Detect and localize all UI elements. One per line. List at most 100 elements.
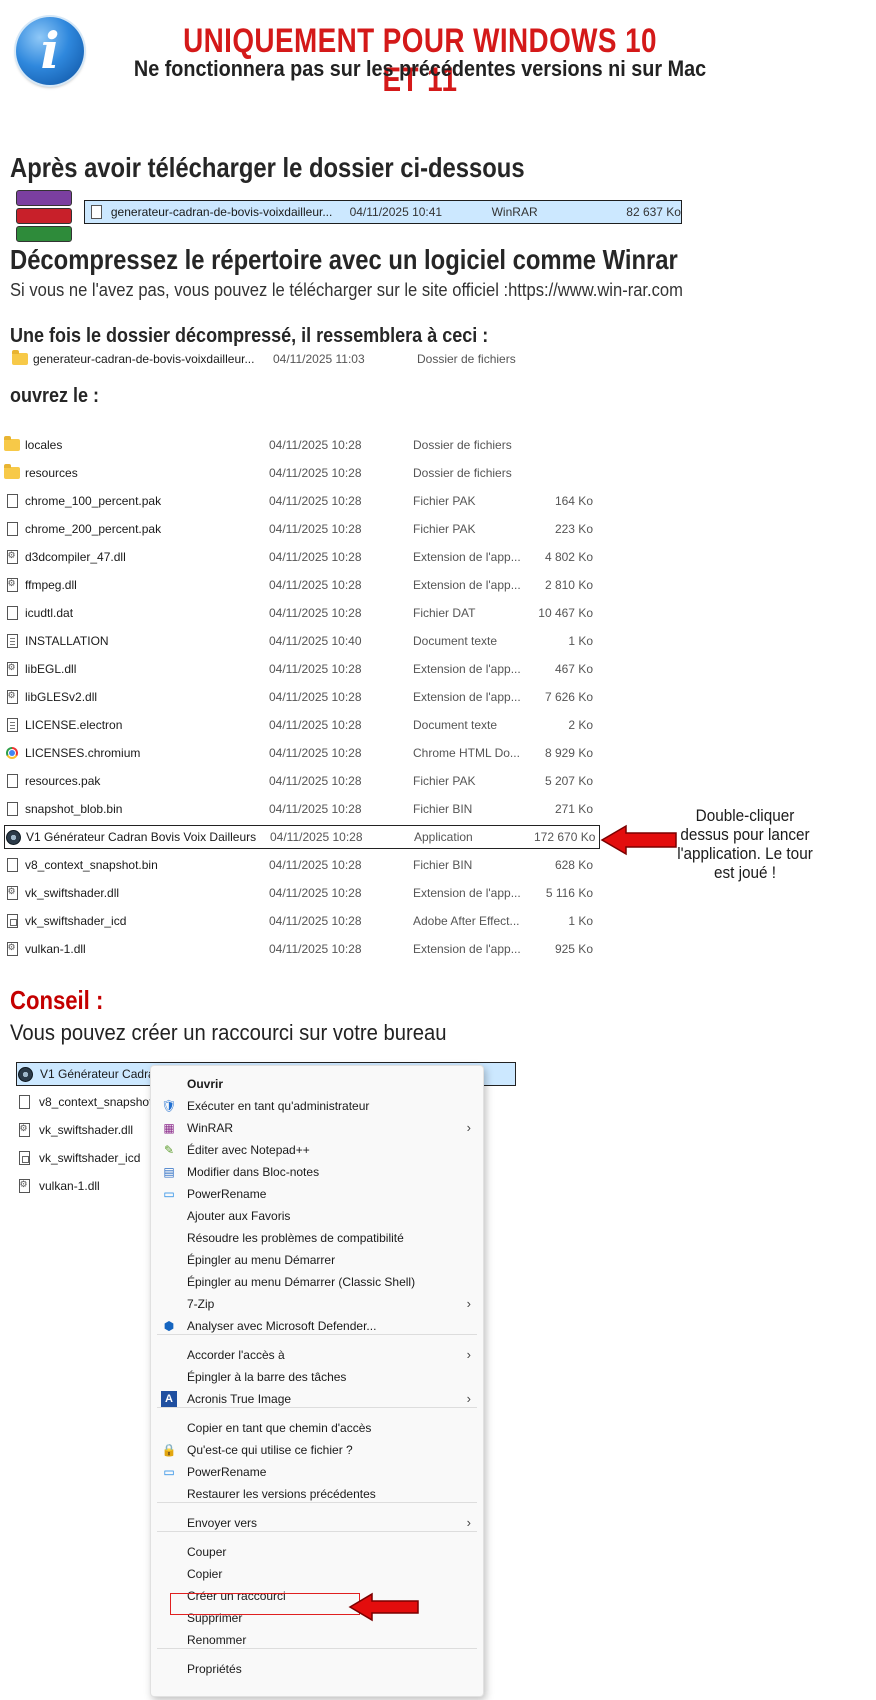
file-type: Document texte [413,634,498,648]
file-row[interactable]: d3dcompiler_47.dll 04/11/2025 10:28 Extens… [4,545,600,569]
file-date: 04/11/2025 10:28 [269,438,362,452]
extracted-folder-row[interactable]: generateur-cadran-de-bovis-voixdailleur.… [12,350,552,368]
page-subtitle: Ne fonctionnera pas sur les précédentes … [133,56,707,81]
tip-text: Vous pouvez créer un raccourci sur votre… [10,1020,447,1045]
dll-icon [18,1123,30,1137]
file-row[interactable]: resources.pak 04/11/2025 10:28 Fichier PAK… [4,769,600,793]
menu-item-7-zip[interactable]: 7-Zip › [151,1293,483,1315]
menu-item-ajouter-aux-favoris[interactable]: Ajouter aux Favoris [151,1205,483,1227]
menu-item-label: PowerRename [187,1187,267,1201]
file-type: Extension de l'app... [413,662,521,676]
menu-item-resoudre-les-problemes-de-compatibilite[interactable]: Résoudre les problèmes de compatibilité [151,1227,483,1249]
file-icon [6,858,18,872]
menu-item-label: Envoyer vers [187,1516,258,1530]
menu-item-epingler-a-la-barre-des-taches[interactable]: Épingler à la barre des tâches [151,1366,483,1388]
archive-type: WinRAR [491,205,538,219]
file-row[interactable]: chrome_100_percent.pak 04/11/2025 10:28 Fi… [4,489,600,513]
file-icon-cell [16,1179,32,1193]
dll-icon [6,578,18,592]
file-icon [6,802,18,816]
file-row[interactable]: vk_swiftshader.dll 04/11/2025 10:28 Extens… [4,881,600,905]
file-icon [6,774,18,788]
menu-item-epingler-au-menu-demarrer-classic-shell[interactable]: Épingler au menu Démarrer (Classic Shell… [151,1271,483,1293]
menu-item-restaurer-les-versions-precedentes[interactable]: Restaurer les versions précédentes [151,1483,483,1505]
file-row[interactable]: LICENSES.chromium 04/11/2025 10:28 Chrome … [4,741,600,765]
menu-item-powerrename[interactable]: ▭ PowerRename [151,1461,483,1483]
app-icon [17,1066,33,1082]
file-row[interactable]: snapshot_blob.bin 04/11/2025 10:28 Fichier… [4,797,600,821]
file-type: Fichier BIN [413,802,473,816]
menu-item-label: Modifier dans Bloc-notes [187,1165,320,1179]
file-row[interactable]: vk_swiftshader_icd 04/11/2025 10:28 Adobe … [4,909,600,933]
menu-item-label: Résoudre les problèmes de compatibilité [187,1231,404,1245]
file-row[interactable]: locales 04/11/2025 10:28 Dossier de fichie… [4,433,600,457]
file-type: Extension de l'app... [413,942,521,956]
file-row[interactable]: libEGL.dll 04/11/2025 10:28 Extension de l… [4,657,600,681]
menu-item-renommer[interactable]: Renommer [151,1629,483,1651]
chevron-right-icon: › [466,1296,471,1311]
folder-icon [4,436,20,451]
file-type: Fichier PAK [413,522,476,536]
file-date: 04/11/2025 10:28 [269,466,362,480]
file-icon-cell [5,829,21,845]
winrar-archive-icon [16,190,72,242]
file-row[interactable]: LICENSE.electron 04/11/2025 10:28 Document… [4,713,600,737]
file-date: 04/11/2025 10:28 [269,914,362,928]
menu-item-proprietes[interactable]: Propriétés [151,1658,483,1680]
menu-item-label: Copier en tant que chemin d'accès [187,1421,372,1435]
menu-item-icon-slot [161,1230,177,1246]
menu-item-acronis-true-image[interactable]: A Acronis True Image › [151,1388,483,1410]
menu-item-couper[interactable]: Couper [151,1541,483,1563]
menu-item-label: Épingler au menu Démarrer (Classic Shell… [187,1275,416,1289]
file-icon [91,205,102,219]
file-row[interactable]: libGLESv2.dll 04/11/2025 10:28 Extension d… [4,685,600,709]
menu-item-copier[interactable]: Copier [151,1563,483,1585]
dll-icon [6,886,18,900]
dll-icon [6,662,18,676]
file-row[interactable]: INSTALLATION 04/11/2025 10:40 Document tex… [4,629,600,653]
file-row[interactable]: vulkan-1.dll 04/11/2025 10:28 Extension de… [4,937,600,961]
file-icon-cell [4,662,20,676]
menu-item-label: Épingler à la barre des tâches [187,1370,347,1384]
text-file-icon [6,634,18,648]
file-row[interactable]: resources 04/11/2025 10:28 Dossier de fich… [4,461,600,485]
file-icon-cell [4,494,20,508]
menu-item-epingler-au-menu-demarrer[interactable]: Épingler au menu Démarrer [151,1249,483,1271]
callout-text: Double-cliquer dessus pour lancer l'appl… [677,806,813,882]
chevron-right-icon: › [466,1515,471,1530]
file-icon-cell [4,522,20,536]
archive-file-row[interactable]: generateur-cadran-de-bovis-voixdailleur.… [84,200,682,224]
file-row[interactable]: ffmpeg.dll 04/11/2025 10:28 Extension de l… [4,573,600,597]
file-name: locales [25,438,63,452]
menu-item-accorder-l-acces-a[interactable]: Accorder l'accès à › [151,1344,483,1366]
chevron-right-icon: › [466,1391,471,1406]
menu-item-analyser-avec-microsoft-defender[interactable]: ⬢ Analyser avec Microsoft Defender... [151,1315,483,1337]
file-type: Adobe After Effect... [413,914,520,928]
file-icon-cell [4,550,20,564]
file-row[interactable]: icudtl.dat 04/11/2025 10:28 Fichier DAT 10 … [4,601,600,625]
file-name: libGLESv2.dll [25,690,98,704]
file-row[interactable]: v8_context_snapshot.bin 04/11/2025 10:28 F… [4,853,600,877]
menu-item-qu-est-ce-qui-utilise-ce-fichier[interactable]: 🔒 Qu'est-ce qui utilise ce fichier ? [151,1439,483,1461]
menu-item-label: Couper [187,1545,227,1559]
file-date: 04/11/2025 10:28 [269,578,362,592]
app-file-row[interactable]: V1 Générateur Cadran Bovis Voix Dailleur… [4,825,600,849]
file-date: 04/11/2025 10:28 [269,494,362,508]
menu-item-powerrename[interactable]: ▭ PowerRename [151,1183,483,1205]
menu-item-envoyer-vers[interactable]: Envoyer vers › [151,1512,483,1534]
file-size: 5 207 Ko [544,774,593,788]
menu-item-executer-en-tant-qu-administrateur[interactable]: 🛡 Exécuter en tant qu'administrateur [151,1095,483,1117]
file-icon-cell [4,886,20,900]
file-type: Extension de l'app... [413,578,521,592]
file-icon-cell [4,747,20,759]
menu-item-label: Renommer [187,1633,247,1647]
menu-item-modifier-dans-bloc-notes[interactable]: ▤ Modifier dans Bloc-notes [151,1161,483,1183]
menu-item-winrar[interactable]: ▦ WinRAR › [151,1117,483,1139]
menu-item-ouvrir[interactable]: Ouvrir [151,1073,483,1095]
menu-item-copier-en-tant-que-chemin-d-acces[interactable]: Copier en tant que chemin d'accès [151,1417,483,1439]
menu-item-editer-avec-notepad[interactable]: ✎ Éditer avec Notepad++ [151,1139,483,1161]
menu-item-icon-slot [161,1369,177,1385]
menu-item-label: Exécuter en tant qu'administrateur [187,1099,370,1113]
menu-item-icon-slot [161,1544,177,1560]
file-row[interactable]: chrome_200_percent.pak 04/11/2025 10:28 Fi… [4,517,600,541]
